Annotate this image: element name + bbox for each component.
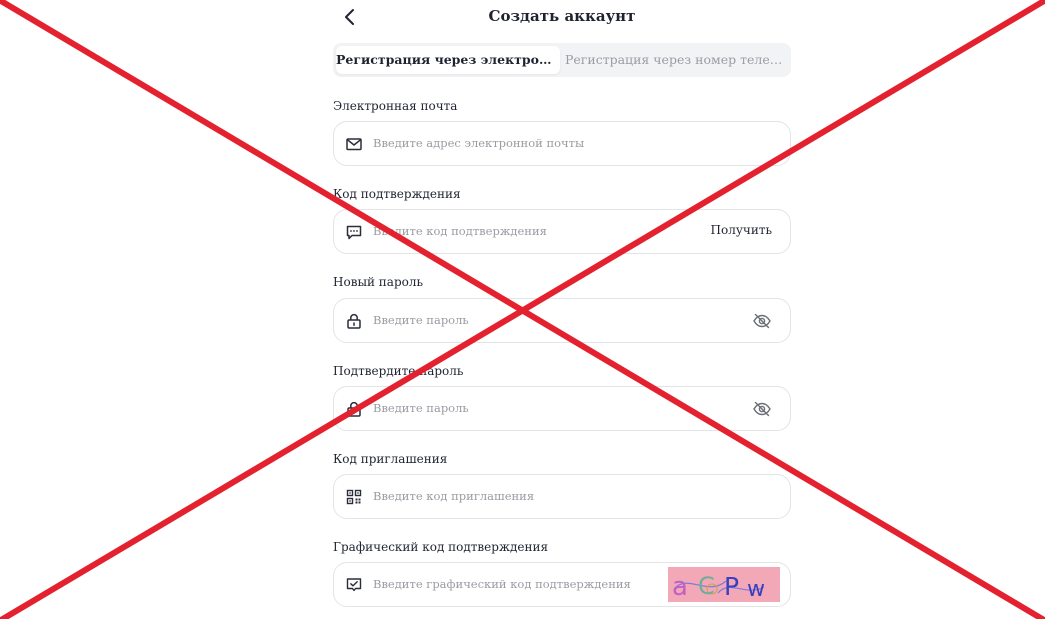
page-header: Создать аккаунт — [333, 0, 791, 36]
lock-icon — [347, 313, 361, 329]
password-field — [333, 298, 791, 343]
get-code-button[interactable]: Получить — [711, 223, 772, 237]
captcha-field: a C P w — [333, 562, 791, 607]
mail-icon — [346, 138, 362, 151]
captcha-image[interactable]: a C P w — [668, 567, 780, 602]
eye-off-icon[interactable] — [752, 311, 772, 331]
message-icon — [346, 225, 362, 240]
svg-text:P: P — [724, 572, 739, 601]
verification-code-field: Получить — [333, 209, 791, 254]
confirm-password-field — [333, 386, 791, 431]
password-label: Новый пароль — [333, 275, 424, 289]
email-field — [333, 121, 791, 166]
invite-code-input[interactable] — [373, 485, 673, 507]
password-input[interactable] — [373, 309, 673, 331]
captcha-label: Графический код подтверждения — [333, 540, 549, 554]
registration-form: Создать аккаунт Регистрация через электр… — [333, 0, 791, 607]
confirm-password-label: Подтвердите пароль — [333, 364, 464, 378]
email-label: Электронная почта — [333, 99, 458, 113]
registration-method-tabs: Регистрация через электронну… Регистраци… — [333, 43, 791, 77]
verification-code-input[interactable] — [373, 220, 673, 242]
svg-text:a: a — [672, 572, 688, 602]
svg-text:w: w — [747, 577, 765, 602]
invite-code-label: Код приглашения — [333, 452, 448, 466]
eye-off-icon[interactable] — [752, 399, 772, 419]
invite-code-field — [333, 474, 791, 519]
page-title: Создать аккаунт — [488, 7, 636, 25]
lock-icon — [347, 401, 361, 417]
email-input[interactable] — [373, 132, 673, 154]
captcha-input[interactable] — [373, 573, 673, 595]
captcha-image-graphic: a C P w — [668, 567, 780, 602]
tab-email-registration[interactable]: Регистрация через электронну… — [336, 46, 560, 74]
code-label: Код подтверждения — [333, 187, 461, 201]
tab-phone-registration[interactable]: Регистрация через номер телефона — [565, 46, 787, 74]
checkbox-icon — [346, 578, 362, 592]
qr-code-icon — [346, 489, 362, 505]
registration-page: Создать аккаунт Регистрация через электр… — [0, 0, 1045, 619]
svg-text:C: C — [698, 572, 715, 600]
confirm-password-input[interactable] — [373, 397, 673, 419]
